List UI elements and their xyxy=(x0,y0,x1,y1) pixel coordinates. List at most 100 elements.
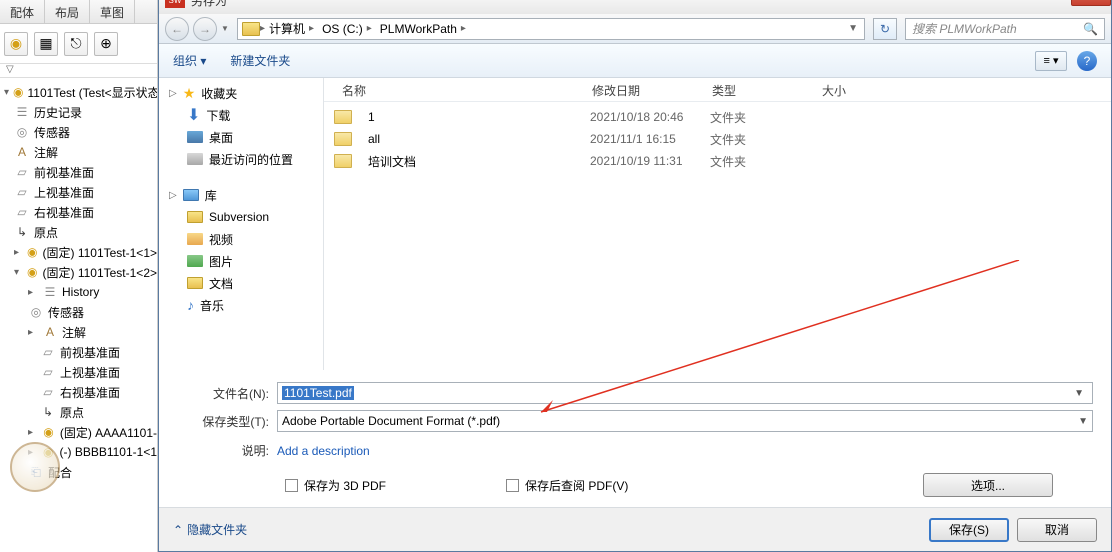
titlebar: SW 另存为 ✕ xyxy=(159,0,1111,14)
savetype-combo[interactable]: Adobe Portable Document Format (*.pdf) ▼ xyxy=(277,410,1093,432)
tree-item[interactable]: ▱前视基准面 xyxy=(0,342,157,362)
file-row[interactable]: 培训文档 2021/10/19 11:31 文件夹 xyxy=(324,150,1111,172)
refresh-button[interactable]: ↻ xyxy=(873,18,897,40)
tree-item[interactable]: ▱上视基准面 xyxy=(0,182,157,202)
tree-item[interactable]: ▱上视基准面 xyxy=(0,362,157,382)
col-size[interactable]: 大小 xyxy=(814,78,914,101)
body-area: ▷★收藏夹 ⬇下载 桌面 最近访问的位置 ▷库 Subversion 视频 图片… xyxy=(159,78,1111,370)
folder-icon xyxy=(242,22,260,36)
search-icon: 🔍 xyxy=(1083,22,1098,36)
chevron-down-icon: ▼ xyxy=(1078,416,1088,427)
tab-assembly[interactable]: 配体 xyxy=(0,0,45,23)
tree-item[interactable]: ◎传感器 xyxy=(0,302,157,322)
save-button[interactable]: 保存(S) xyxy=(929,518,1009,542)
toolbar-btn-2[interactable]: ▦ xyxy=(34,32,58,56)
cancel-button[interactable]: 取消 xyxy=(1017,518,1097,542)
tree-item[interactable]: ▸◉(固定) 1101Test-1<1> xyxy=(0,242,157,262)
background-app-panel: 配体 布局 草图 ◉ ▦ ⎋ ⊕ ▽ ▾◉1101Test (Test<显示状态… xyxy=(0,0,158,552)
file-name: all xyxy=(360,132,582,146)
bottom-form: 文件名(N): 1101Test.pdf ▼ 保存类型(T): Adobe Po… xyxy=(159,370,1111,497)
tree-item[interactable]: ▾◉(固定) 1101Test-1<2> xyxy=(0,262,157,282)
file-name: 培训文档 xyxy=(360,153,582,170)
filename-value: 1101Test.pdf xyxy=(282,386,354,400)
folder-icon xyxy=(334,154,352,168)
file-type: 文件夹 xyxy=(702,109,812,126)
tree-item[interactable]: ▱右视基准面 xyxy=(0,202,157,222)
checkbox-icon xyxy=(506,479,519,492)
sidebar-item-video[interactable]: 视频 xyxy=(159,228,323,250)
tree-item[interactable]: ▸◉(固定) AAAA1101- xyxy=(0,422,157,442)
toolbar: 组织 ▾ 新建文件夹 ≡ ▾ ? xyxy=(159,44,1111,78)
sidebar-item-pictures[interactable]: 图片 xyxy=(159,250,323,272)
app-icon: SW xyxy=(165,0,185,8)
file-date: 2021/11/1 16:15 xyxy=(582,132,702,146)
sidebar-item-music[interactable]: ♪音乐 xyxy=(159,294,323,316)
sidebar-item-downloads[interactable]: ⬇下载 xyxy=(159,104,323,126)
filename-input[interactable]: 1101Test.pdf ▼ xyxy=(277,382,1093,404)
savetype-label: 保存类型(T): xyxy=(177,413,277,430)
savetype-value: Adobe Portable Document Format (*.pdf) xyxy=(282,414,500,428)
file-type: 文件夹 xyxy=(702,131,812,148)
chevron-down-icon[interactable]: ▼ xyxy=(1074,388,1088,399)
checkbox-label: 保存后查阅 PDF(V) xyxy=(525,477,628,494)
organize-menu[interactable]: 组织 ▾ xyxy=(173,52,206,69)
sidebar-group-favorites[interactable]: ▷★收藏夹 xyxy=(159,82,323,104)
navbar: ← → ▼ ▸ 计算机▸ OS (C:)▸ PLMWorkPath▸ ▼ ↻ 搜… xyxy=(159,14,1111,44)
nav-back-button[interactable]: ← xyxy=(165,17,189,41)
close-button[interactable]: ✕ xyxy=(1071,0,1111,6)
new-folder-button[interactable]: 新建文件夹 xyxy=(230,52,290,69)
left-toolbar: ◉ ▦ ⎋ ⊕ xyxy=(0,24,157,64)
tree-item[interactable]: ◎传感器 xyxy=(0,122,157,142)
help-button[interactable]: ? xyxy=(1077,51,1097,71)
dialog-footer: ⌃ 隐藏文件夹 保存(S) 取消 xyxy=(159,507,1111,551)
sidebar-item-documents[interactable]: 文档 xyxy=(159,272,323,294)
file-row[interactable]: all 2021/11/1 16:15 文件夹 xyxy=(324,128,1111,150)
checkbox-view-after-save[interactable]: 保存后查阅 PDF(V) xyxy=(506,477,628,494)
toolbar-btn-4[interactable]: ⊕ xyxy=(94,32,118,56)
checkbox-3d-pdf[interactable]: 保存为 3D PDF xyxy=(285,477,386,494)
checkbox-icon xyxy=(285,479,298,492)
col-name[interactable]: 名称 xyxy=(334,78,584,101)
search-placeholder: 搜索 PLMWorkPath xyxy=(912,20,1017,37)
tree-collapse-icon[interactable]: ▽ xyxy=(0,64,157,78)
sidebar-item-desktop[interactable]: 桌面 xyxy=(159,126,323,148)
filename-label: 文件名(N): xyxy=(177,385,277,402)
file-list: 1 2021/10/18 20:46 文件夹 all 2021/11/1 16:… xyxy=(324,102,1111,176)
col-type[interactable]: 类型 xyxy=(704,78,814,101)
tree-item[interactable]: ▱前视基准面 xyxy=(0,162,157,182)
sidebar: ▷★收藏夹 ⬇下载 桌面 最近访问的位置 ▷库 Subversion 视频 图片… xyxy=(159,78,324,370)
tree-item[interactable]: ▸A注解 xyxy=(0,322,157,342)
tree-item[interactable]: ▸☰History xyxy=(0,282,157,302)
description-label: 说明: xyxy=(177,442,277,459)
toolbar-btn-3[interactable]: ⎋ xyxy=(64,32,88,56)
search-input[interactable]: 搜索 PLMWorkPath 🔍 xyxy=(905,18,1105,40)
tree-item[interactable]: ↳原点 xyxy=(0,222,157,242)
nav-history-dropdown[interactable]: ▼ xyxy=(221,24,233,33)
breadcrumb[interactable]: ▸ 计算机▸ OS (C:)▸ PLMWorkPath▸ ▼ xyxy=(237,18,865,40)
sidebar-item-recent[interactable]: 最近访问的位置 xyxy=(159,148,323,170)
tree-item[interactable]: ▱右视基准面 xyxy=(0,382,157,402)
sidebar-group-library[interactable]: ▷库 xyxy=(159,184,323,206)
sidebar-item-subversion[interactable]: Subversion xyxy=(159,206,323,228)
description-link[interactable]: Add a description xyxy=(277,444,370,458)
breadcrumb-segment[interactable]: PLMWorkPath▸ xyxy=(376,22,470,36)
file-date: 2021/10/19 11:31 xyxy=(582,154,702,168)
breadcrumb-segment[interactable]: OS (C:)▸ xyxy=(318,22,376,36)
tree-item[interactable]: ☰历史记录 xyxy=(0,102,157,122)
tree-item[interactable]: A注解 xyxy=(0,142,157,162)
tab-layout[interactable]: 布局 xyxy=(45,0,90,23)
nav-forward-button[interactable]: → xyxy=(193,17,217,41)
hide-folders-link[interactable]: ⌃ 隐藏文件夹 xyxy=(173,521,247,538)
col-date[interactable]: 修改日期 xyxy=(584,78,704,101)
file-date: 2021/10/18 20:46 xyxy=(582,110,702,124)
options-button[interactable]: 选项... xyxy=(923,473,1053,497)
toolbar-btn-1[interactable]: ◉ xyxy=(4,32,28,56)
tree-item[interactable]: ↳原点 xyxy=(0,402,157,422)
tree-root[interactable]: ▾◉1101Test (Test<显示状态- xyxy=(0,82,157,102)
view-mode-button[interactable]: ≡ ▾ xyxy=(1035,51,1067,71)
chevron-down-icon[interactable]: ▼ xyxy=(848,23,864,34)
tab-sketch[interactable]: 草图 xyxy=(90,0,135,23)
breadcrumb-segment[interactable]: 计算机▸ xyxy=(265,20,318,37)
feature-tree: ▾◉1101Test (Test<显示状态- ☰历史记录 ◎传感器 A注解 ▱前… xyxy=(0,78,157,486)
file-row[interactable]: 1 2021/10/18 20:46 文件夹 xyxy=(324,106,1111,128)
